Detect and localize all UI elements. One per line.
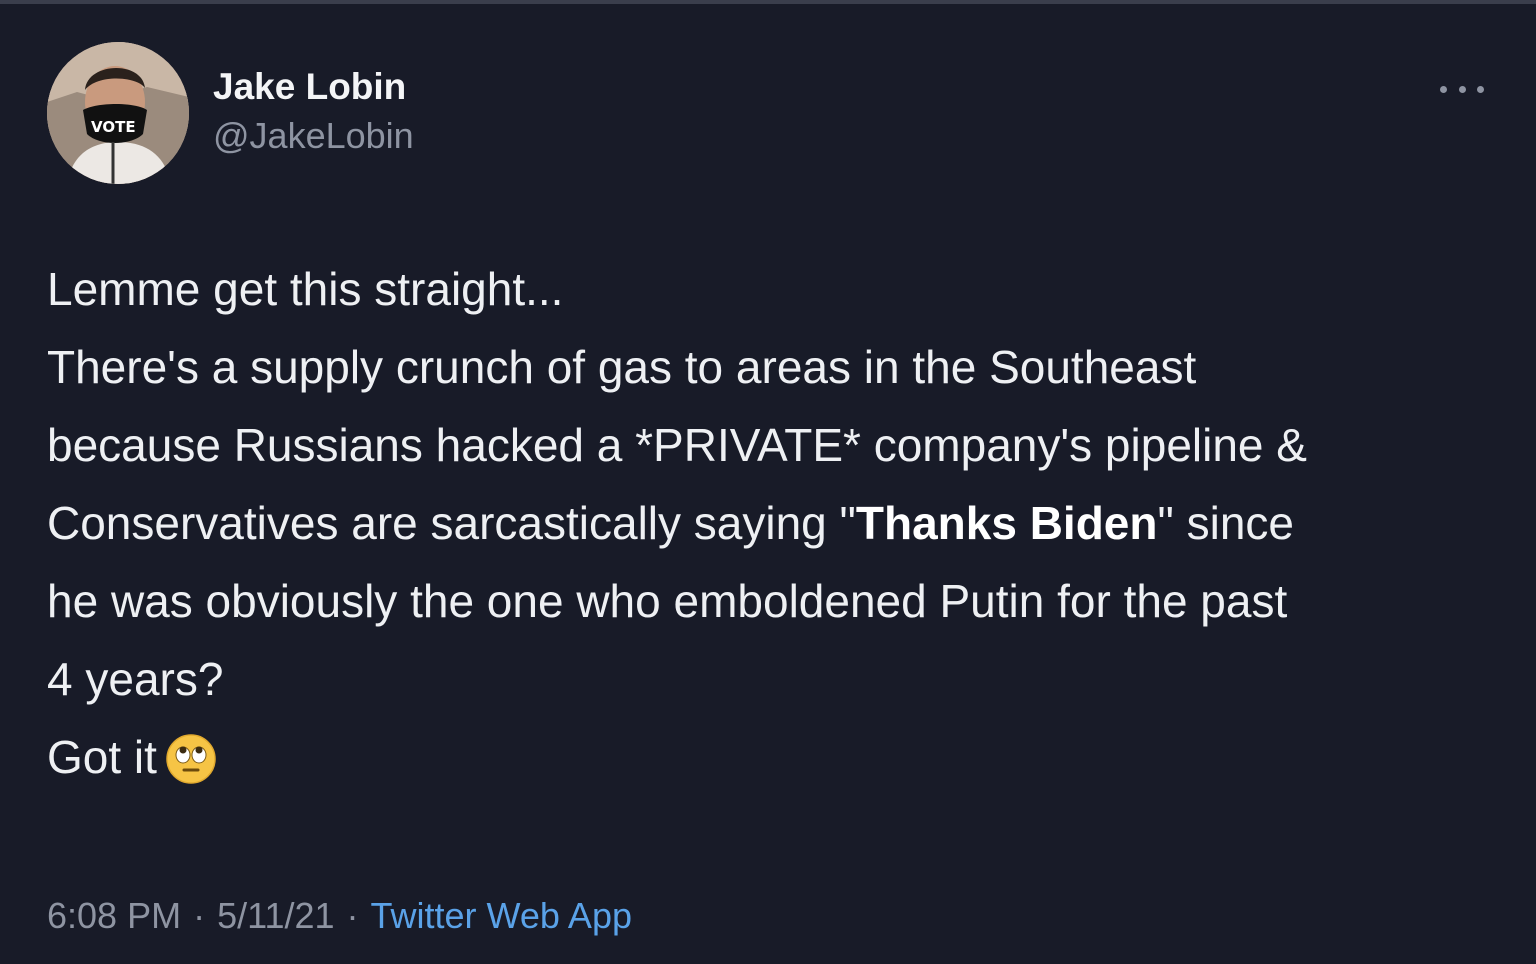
author-handle[interactable]: @JakeLobin bbox=[213, 115, 414, 157]
avatar-mask-text: VOTE bbox=[91, 118, 136, 136]
tweet-paragraph: Got it bbox=[47, 718, 1507, 808]
tweet-line: he was obviously the one who emboldened … bbox=[47, 575, 1288, 627]
tweet-card: VOTE Jake Lobin @JakeLobin Lemme get thi… bbox=[0, 0, 1536, 964]
tweet-line: There's a supply crunch of gas to areas … bbox=[47, 341, 1197, 393]
tweet-date[interactable]: 5/11/21 bbox=[217, 895, 334, 936]
tweet-text-fragment: " since bbox=[1157, 497, 1294, 549]
tweet-text-fragment: Conservatives are sarcastically saying " bbox=[47, 497, 856, 549]
tweet-text: Lemme get this straight... There's a sup… bbox=[47, 250, 1507, 808]
more-dot bbox=[1458, 85, 1466, 93]
tweet-line: 4 years? bbox=[47, 653, 224, 705]
author-name[interactable]: Jake Lobin bbox=[213, 66, 406, 108]
meta-separator: · bbox=[346, 895, 359, 936]
tweet-bold-text: Thanks Biden bbox=[855, 497, 1158, 549]
tweet-line: Got it bbox=[47, 731, 157, 783]
meta-separator: · bbox=[193, 895, 206, 936]
top-divider bbox=[0, 0, 1536, 4]
tweet-line: because Russians hacked a *PRIVATE* comp… bbox=[47, 419, 1307, 471]
rolling-eyes-emoji-icon bbox=[165, 730, 217, 808]
more-dot bbox=[1477, 85, 1484, 93]
tweet-line: Conservatives are sarcastically saying "… bbox=[47, 484, 1507, 562]
tweet-meta: 6:08 PM · 5/11/21 · Twitter Web App bbox=[47, 895, 632, 937]
more-dot bbox=[1440, 85, 1447, 93]
tweet-time[interactable]: 6:08 PM bbox=[47, 895, 181, 936]
tweet-source-link[interactable]: Twitter Web App bbox=[371, 895, 632, 936]
tweet-line: Lemme get this straight... bbox=[47, 263, 564, 315]
avatar[interactable]: VOTE bbox=[47, 42, 189, 184]
avatar-photo: VOTE bbox=[47, 42, 189, 184]
tweet-paragraph: Lemme get this straight... bbox=[47, 250, 1507, 328]
tweet-paragraph: There's a supply crunch of gas to areas … bbox=[47, 328, 1507, 718]
more-horizontal-icon[interactable] bbox=[1440, 74, 1484, 104]
